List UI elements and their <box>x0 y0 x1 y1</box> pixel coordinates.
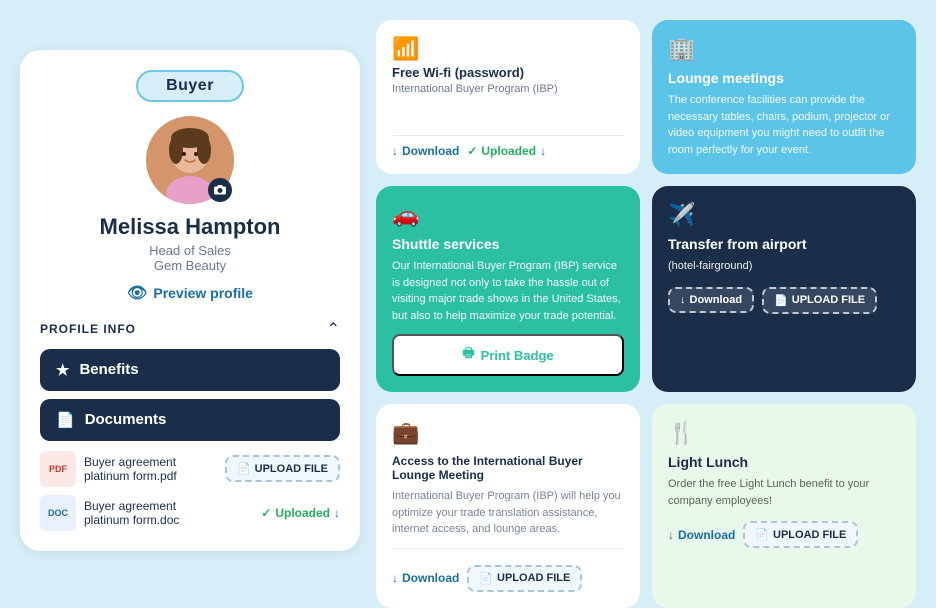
lounge-access-download-icon: ↓ <box>392 571 398 585</box>
lunch-upload-button[interactable]: 📄 UPLOAD FILE <box>743 521 858 548</box>
print-badge-label: Print Badge <box>481 348 554 363</box>
shuttle-icon: 🚗 <box>392 202 624 228</box>
wifi-uploaded-badge: ✓ Uploaded ↓ <box>467 144 546 158</box>
doc-item-doc: DOC Buyer agreementplatinum form.doc ✓ U… <box>40 495 340 531</box>
lunch-actions: ↓ Download 📄 UPLOAD FILE <box>668 521 900 548</box>
profile-name: Melissa Hampton <box>100 214 281 240</box>
lounge-access-desc: International Buyer Program (IBP) will h… <box>392 488 624 538</box>
transfer-download-button[interactable]: ↓ Download <box>668 287 754 313</box>
lunch-desc: Order the free Light Lunch benefit to yo… <box>668 476 900 509</box>
print-icon: 🖶 <box>462 344 474 366</box>
transfer-upload-button[interactable]: 📄 UPLOAD FILE <box>762 287 877 314</box>
transfer-download-label: Download <box>690 294 743 306</box>
upload-pdf-label: UPLOAD FILE <box>255 463 328 475</box>
wifi-title: Free Wi-fi (password) <box>392 65 624 80</box>
left-panel: Buyer <box>20 50 360 551</box>
transfer-card: ✈️ Transfer from airport (hotel-fairgrou… <box>652 186 916 392</box>
camera-icon[interactable] <box>208 178 232 202</box>
lounge-access-download-label: Download <box>402 571 459 585</box>
transfer-upload-label: UPLOAD FILE <box>792 294 865 306</box>
uploaded-badge-doc: ✓ Uploaded ↓ <box>261 506 340 520</box>
avatar-wrap <box>146 116 234 204</box>
wifi-actions: ↓ Download ✓ Uploaded ↓ <box>392 135 624 158</box>
documents-button[interactable]: 📄 Documents <box>40 399 340 441</box>
shuttle-title: Shuttle services <box>392 236 624 252</box>
preview-profile-button[interactable]: 👁 Preview profile <box>127 283 253 303</box>
doc-name-pdf: Buyer agreementplatinum form.pdf <box>84 455 217 483</box>
lunch-upload-icon: 📄 <box>755 528 769 541</box>
documents-label: Documents <box>85 411 167 428</box>
upload-icon-pdf: 📄 <box>237 462 251 475</box>
transfer-icon: ✈️ <box>668 202 900 228</box>
wifi-subtitle: International Buyer Program (IBP) <box>392 83 624 95</box>
pdf-icon: PDF <box>40 451 76 487</box>
buyer-badge: Buyer <box>136 70 244 102</box>
wifi-check-icon: ✓ <box>467 144 477 158</box>
preview-profile-label: Preview profile <box>153 285 253 301</box>
doc-name-doc: Buyer agreementplatinum form.doc <box>84 499 253 527</box>
lunch-icon: 🍴 <box>668 420 900 446</box>
chevron-up-icon[interactable]: ⌃ <box>327 319 340 339</box>
star-icon: ★ <box>56 361 69 379</box>
benefits-label: Benefits <box>79 361 138 378</box>
check-icon: ✓ <box>261 506 271 520</box>
lounge-desc: The conference facilities can provide th… <box>668 92 900 158</box>
lounge-title: Lounge meetings <box>668 70 900 86</box>
doc-icon: 📄 <box>56 411 75 429</box>
lounge-access-title: Access to the International Buyer Lounge… <box>392 454 624 482</box>
lounge-access-upload-label: UPLOAD FILE <box>497 572 570 584</box>
lounge-access-icon: 💼 <box>392 420 624 446</box>
wifi-uploaded-label: Uploaded <box>481 144 536 158</box>
uploaded-label-doc: Uploaded <box>275 506 330 520</box>
doc-item-pdf: PDF Buyer agreementplatinum form.pdf 📄 U… <box>40 451 340 487</box>
lunch-download-button[interactable]: ↓ Download <box>668 528 735 542</box>
download-doc-icon[interactable]: ↓ <box>334 506 340 520</box>
print-badge-button[interactable]: 🖶 Print Badge <box>392 334 624 376</box>
profile-info-header: PROFILE INFO ⌃ <box>40 319 340 339</box>
profile-info-label: PROFILE INFO <box>40 322 136 336</box>
lunch-download-icon: ↓ <box>668 528 674 542</box>
lounge-access-download-button[interactable]: ↓ Download <box>392 571 459 585</box>
doc-type-icon: DOC <box>40 495 76 531</box>
transfer-title: Transfer from airport <box>668 236 900 252</box>
wifi-card: 📶 Free Wi-fi (password) International Bu… <box>376 20 640 174</box>
lounge-access-upload-icon: 📄 <box>479 572 493 585</box>
wifi-icon: 📶 <box>392 36 624 62</box>
lunch-card: 🍴 Light Lunch Order the free Light Lunch… <box>652 404 916 608</box>
right-panel: 📶 Free Wi-fi (password) International Bu… <box>376 20 916 580</box>
benefits-button[interactable]: ★ Benefits <box>40 349 340 391</box>
transfer-subtitle: (hotel-fairground) <box>668 258 900 275</box>
transfer-download-icon: ↓ <box>680 294 686 306</box>
wifi-download-arrow[interactable]: ↓ <box>540 144 546 158</box>
lunch-download-label: Download <box>678 528 735 542</box>
wifi-card-top: 📶 Free Wi-fi (password) International Bu… <box>392 36 624 95</box>
upload-pdf-button[interactable]: 📄 UPLOAD FILE <box>225 455 340 482</box>
lounge-icon: 🏢 <box>668 36 900 62</box>
download-wifi-icon: ↓ <box>392 144 398 158</box>
wifi-download-label: Download <box>402 144 459 158</box>
lounge-access-upload-button[interactable]: 📄 UPLOAD FILE <box>467 565 582 592</box>
lounge-card: 🏢 Lounge meetings The conference facilit… <box>652 20 916 174</box>
documents-list: PDF Buyer agreementplatinum form.pdf 📄 U… <box>40 451 340 531</box>
profile-title: Head of Sales <box>149 243 231 258</box>
transfer-actions: ↓ Download 📄 UPLOAD FILE <box>668 287 900 314</box>
wifi-download-button[interactable]: ↓ Download <box>392 144 459 158</box>
shuttle-desc: Our International Buyer Program (IBP) se… <box>392 258 624 324</box>
profile-company: Gem Beauty <box>154 258 226 273</box>
lounge-access-actions: ↓ Download 📄 UPLOAD FILE <box>392 565 624 592</box>
lounge-access-card: 💼 Access to the International Buyer Loun… <box>376 404 640 608</box>
lunch-upload-label: UPLOAD FILE <box>773 529 846 541</box>
lunch-title: Light Lunch <box>668 454 900 470</box>
eye-icon: 👁 <box>127 283 147 303</box>
transfer-upload-icon: 📄 <box>774 294 788 307</box>
shuttle-card: 🚗 Shuttle services Our International Buy… <box>376 186 640 392</box>
